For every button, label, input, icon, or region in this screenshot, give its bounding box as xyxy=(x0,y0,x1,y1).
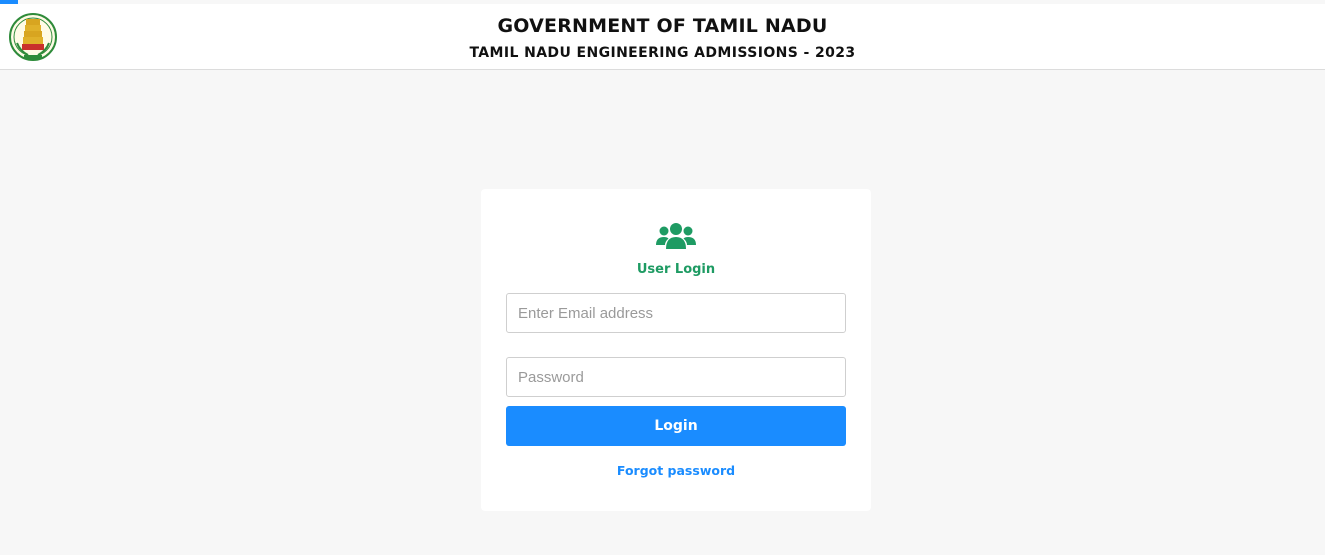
users-icon xyxy=(656,222,696,250)
forgot-password-link[interactable]: Forgot password xyxy=(481,463,871,478)
site-header: GOVERNMENT OF TAMIL NADU TAMIL NADU ENGI… xyxy=(0,4,1325,70)
header-titles: GOVERNMENT OF TAMIL NADU TAMIL NADU ENGI… xyxy=(0,13,1325,63)
login-button[interactable]: Login xyxy=(506,406,846,446)
admissions-subtitle: TAMIL NADU ENGINEERING ADMISSIONS - 2023 xyxy=(469,45,856,61)
login-title: User Login xyxy=(636,262,716,277)
password-input[interactable] xyxy=(506,357,846,397)
login-card: User Login Login Forgot password xyxy=(481,189,871,511)
email-input[interactable] xyxy=(506,293,846,333)
government-title: GOVERNMENT OF TAMIL NADU xyxy=(497,15,828,37)
